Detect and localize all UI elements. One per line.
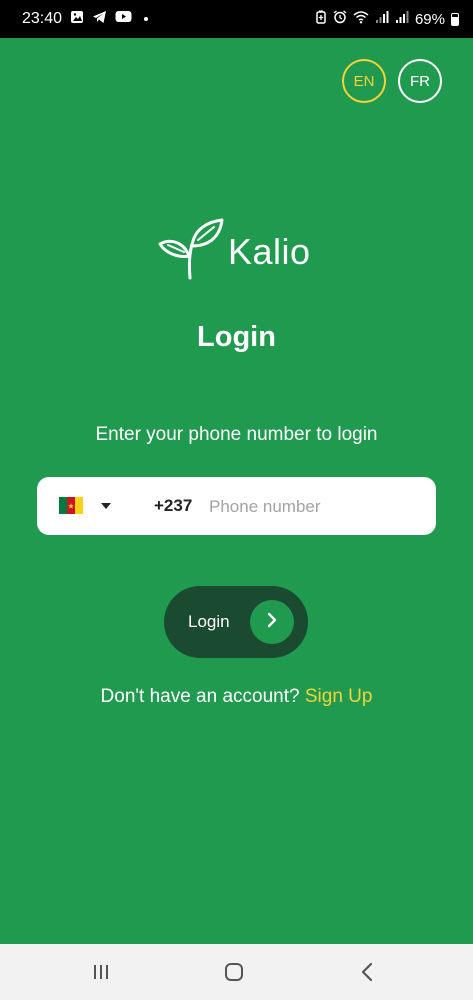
signup-link[interactable]: Sign Up xyxy=(305,686,373,707)
brand-logo: Kalio xyxy=(158,216,311,287)
login-button-circle xyxy=(250,600,294,644)
telegram-icon xyxy=(92,10,107,29)
dot-icon xyxy=(144,17,149,21)
login-screen: EN FR Kalio Login Enter your phone numbe… xyxy=(0,38,473,944)
recent-apps-icon[interactable] xyxy=(81,958,121,986)
battery-percentage: 69% xyxy=(414,10,445,28)
login-button[interactable]: Login xyxy=(164,586,308,658)
status-bar-left: 23:40 xyxy=(22,10,149,29)
home-icon[interactable] xyxy=(214,958,254,986)
system-nav-bar xyxy=(0,944,473,1000)
wifi-icon xyxy=(353,10,369,28)
page-title: Login xyxy=(197,321,276,353)
signup-prompt: Don't have an account? xyxy=(100,686,300,707)
cameroon-flag-icon[interactable] xyxy=(59,497,83,514)
youtube-icon xyxy=(115,10,132,28)
login-button-label: Login xyxy=(188,612,230,631)
battery-saver-icon xyxy=(315,10,327,28)
language-en-button[interactable]: EN xyxy=(342,59,386,103)
signal-icon xyxy=(395,10,409,28)
leaf-sprout-icon xyxy=(158,216,224,287)
alarm-icon xyxy=(333,10,347,28)
phone-input-group: +237 xyxy=(37,477,436,535)
battery-icon xyxy=(451,12,459,26)
phone-number-input[interactable] xyxy=(207,489,421,525)
dial-code: +237 xyxy=(154,496,193,515)
status-time: 23:40 xyxy=(22,10,63,27)
login-instruction: Enter your phone number to login xyxy=(95,424,378,445)
gallery-icon xyxy=(70,10,84,29)
country-dropdown-caret-icon[interactable] xyxy=(101,503,111,509)
brand-name: Kalio xyxy=(228,230,311,272)
signup-prompt-line: Don't have an account? Sign Up xyxy=(0,686,473,708)
status-bar-right: 69% xyxy=(315,10,459,28)
language-fr-button[interactable]: FR xyxy=(398,59,442,103)
signal-icon xyxy=(375,10,389,28)
back-icon[interactable] xyxy=(347,958,387,986)
status-bar: 23:40 69% xyxy=(0,0,473,38)
chevron-right-icon xyxy=(265,612,279,633)
